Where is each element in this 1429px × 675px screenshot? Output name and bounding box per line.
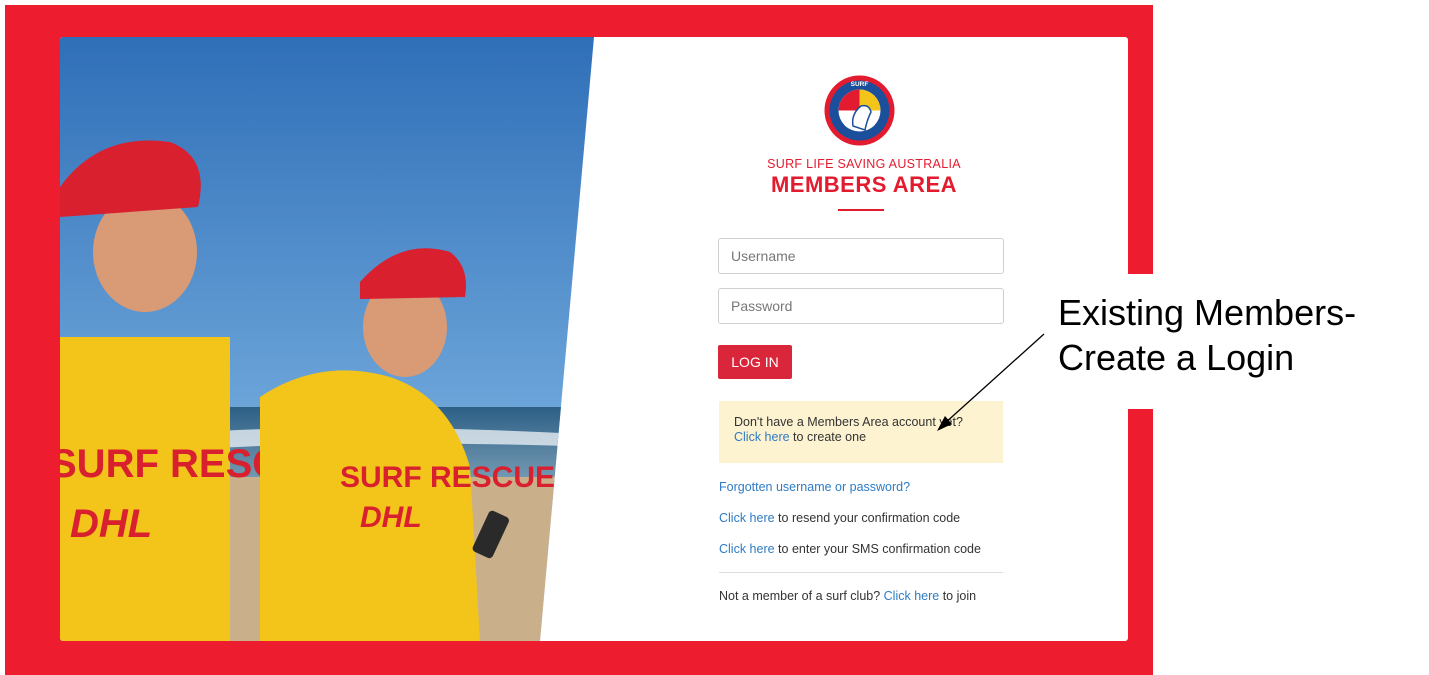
title-underline: [838, 209, 884, 211]
divider: [719, 572, 1003, 573]
org-name: SURF LIFE SAVING AUSTRALIA: [767, 157, 961, 171]
svg-text:SURF: SURF: [851, 81, 869, 88]
svg-text:DHL: DHL: [70, 502, 152, 546]
svg-text:DHL: DHL: [360, 501, 422, 534]
sms-line: Click here to enter your SMS confirmatio…: [719, 542, 981, 556]
hero-photo: SURF RESCUE DHL SURF RESCUE DHL: [60, 37, 600, 641]
join-line: Not a member of a surf club? Click here …: [719, 589, 976, 603]
join-prefix: Not a member of a surf club?: [719, 589, 884, 603]
annotation-callout: Existing Members- Create a Login: [1058, 290, 1356, 380]
resend-line: Click here to resend your confirmation c…: [719, 511, 960, 525]
create-account-link[interactable]: Click here: [734, 430, 790, 444]
sms-code-link[interactable]: Click here: [719, 542, 775, 556]
login-card: SURF RESCUE DHL SURF RESCUE DHL SURF SUR…: [60, 37, 1128, 641]
resend-code-link[interactable]: Click here: [719, 511, 775, 525]
create-account-notice: Don't have a Members Area account yet? C…: [719, 401, 1003, 463]
annotation-line-2: Create a Login: [1058, 337, 1295, 378]
join-link[interactable]: Click here: [884, 589, 940, 603]
surf-life-saving-logo: SURF: [824, 75, 895, 146]
forgot-credentials-link[interactable]: Forgotten username or password?: [719, 480, 910, 494]
annotation-line-1: Existing Members-: [1058, 292, 1357, 333]
login-button[interactable]: LOG IN: [718, 345, 792, 379]
join-suffix: to join: [939, 589, 977, 603]
password-input[interactable]: [718, 288, 1004, 324]
svg-text:SURF RESCUE: SURF RESCUE: [340, 461, 555, 494]
username-input[interactable]: [718, 238, 1004, 274]
forgot-line: Forgotten username or password?: [719, 480, 910, 494]
notice-text: Don't have a Members Area account yet?: [734, 415, 963, 429]
page-title: MEMBERS AREA: [770, 172, 958, 197]
resend-suffix: to resend your confirmation code: [774, 511, 961, 525]
notice-suffix: to create one: [789, 430, 867, 444]
sms-suffix: to enter your SMS confirmation code: [774, 542, 981, 556]
login-panel: SURF SURF LIFE SAVING AUSTRALIA MEMBERS …: [600, 37, 1128, 641]
